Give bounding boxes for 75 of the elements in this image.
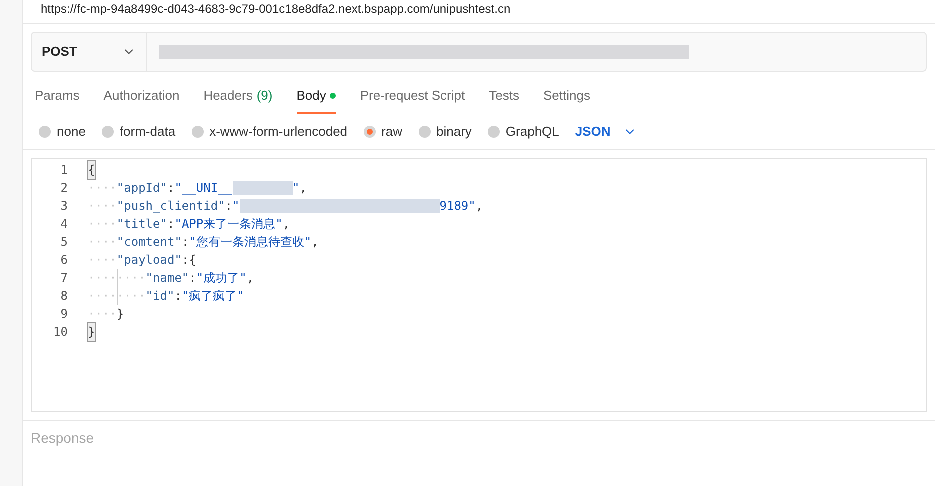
json-string: "您有一条消息待查收" [189,234,312,251]
json-punctuation: : [167,180,175,197]
body-type-radio[interactable]: raw [364,122,402,142]
request-tab[interactable]: Body [296,80,336,114]
json-punctuation: : [182,234,190,251]
whitespace-marker: ···· [88,216,117,233]
request-tab[interactable]: Pre-request Script [360,80,466,114]
line-number: 1 [60,162,68,179]
request-tab[interactable]: Headers (9) [204,80,273,114]
json-string: " [292,180,300,197]
format-select[interactable]: JSON [575,122,637,142]
response-label: Response [31,430,94,446]
json-punctuation: : [167,216,175,233]
json-key: "appId" [116,179,168,197]
request-tab[interactable]: Params [35,80,80,114]
line-number: 3 [60,198,68,215]
json-punctuation: { [189,252,196,269]
json-key: "push_clientid" [116,197,226,215]
line-number: 5 [60,234,68,251]
whitespace-marker: ···· [88,306,117,323]
json-punctuation: : [174,288,182,305]
radio-button[interactable] [192,126,204,138]
json-punctuation: , [312,234,319,251]
json-punctuation: : [189,270,196,287]
json-brace: { [88,161,96,179]
json-key: "id" [146,287,175,305]
request-tab[interactable]: Tests [489,80,520,114]
radio-button[interactable] [364,126,376,138]
body-type-radio[interactable]: GraphQL [488,122,560,142]
line-number: 9 [60,306,68,323]
radio-button[interactable] [102,126,114,138]
request-tab[interactable]: Authorization [104,80,180,114]
line-number: 10 [52,324,68,341]
whitespace-marker: ···· [88,252,117,269]
body-type-radio[interactable]: form-data [102,122,176,142]
json-punctuation: , [246,270,254,287]
json-string: "__UNI__ [174,180,233,197]
whitespace-marker: ········ [88,287,146,305]
line-number: 4 [60,216,68,233]
radio-button[interactable] [39,126,51,138]
json-punctuation: , [300,180,307,197]
whitespace-marker: ···· [88,180,117,197]
json-punctuation: , [282,216,290,233]
json-brace: } [88,323,96,341]
line-number: 6 [60,252,68,269]
body-type-radio[interactable]: none [39,122,86,142]
json-string: " [232,198,240,215]
body-type-radio[interactable]: x-www-form-urlencoded [192,122,348,142]
code-editor[interactable]: 1 { 2 ····"appId":"__UNI__ ", 3 ····"push_clientid":" 9189", 4 ····"title":"APP来了一条消息", 5 ····"comtent":"您有一条消息待查收", 6 ····"payload":{ 7 ········"name":"成功了", 8 ········"id":"疯了疯了" 9 ····} 10 } [31,158,927,412]
blurred-redaction [232,181,293,195]
json-key: "comtent" [116,233,182,251]
whitespace-marker: ···· [88,198,117,215]
radio-button[interactable] [418,126,430,138]
header-count: (9) [256,87,273,106]
json-string: "APP来了一条消息" [174,216,283,233]
request-url-title: https://fc-mp-94a8499c-d043-4683-9c79-001c18e8dfa2.next.bspapp.com/unipushtest.cn [41,3,511,15]
json-key: "title" [116,215,168,233]
line-number: 2 [60,180,68,197]
json-string: "疯了疯了" [182,288,244,305]
json-punctuation: : [225,198,233,215]
body-type-radio[interactable]: binary [418,122,472,142]
request-tab[interactable]: Settings [543,80,590,114]
json-punctuation: , [476,198,484,215]
whitespace-marker: ···· [88,234,117,251]
json-key: "payload" [116,251,182,269]
json-string: 9189" [440,198,476,215]
json-punctuation: : [182,252,190,269]
line-number: 8 [60,288,68,305]
method-select[interactable]: POST [32,33,147,71]
radio-button[interactable] [488,126,500,138]
json-string: "成功了" [196,270,247,287]
json-punctuation: } [116,306,124,323]
line-number: 7 [60,270,68,287]
json-key: "name" [146,269,190,287]
whitespace-marker: ········ [88,269,146,287]
